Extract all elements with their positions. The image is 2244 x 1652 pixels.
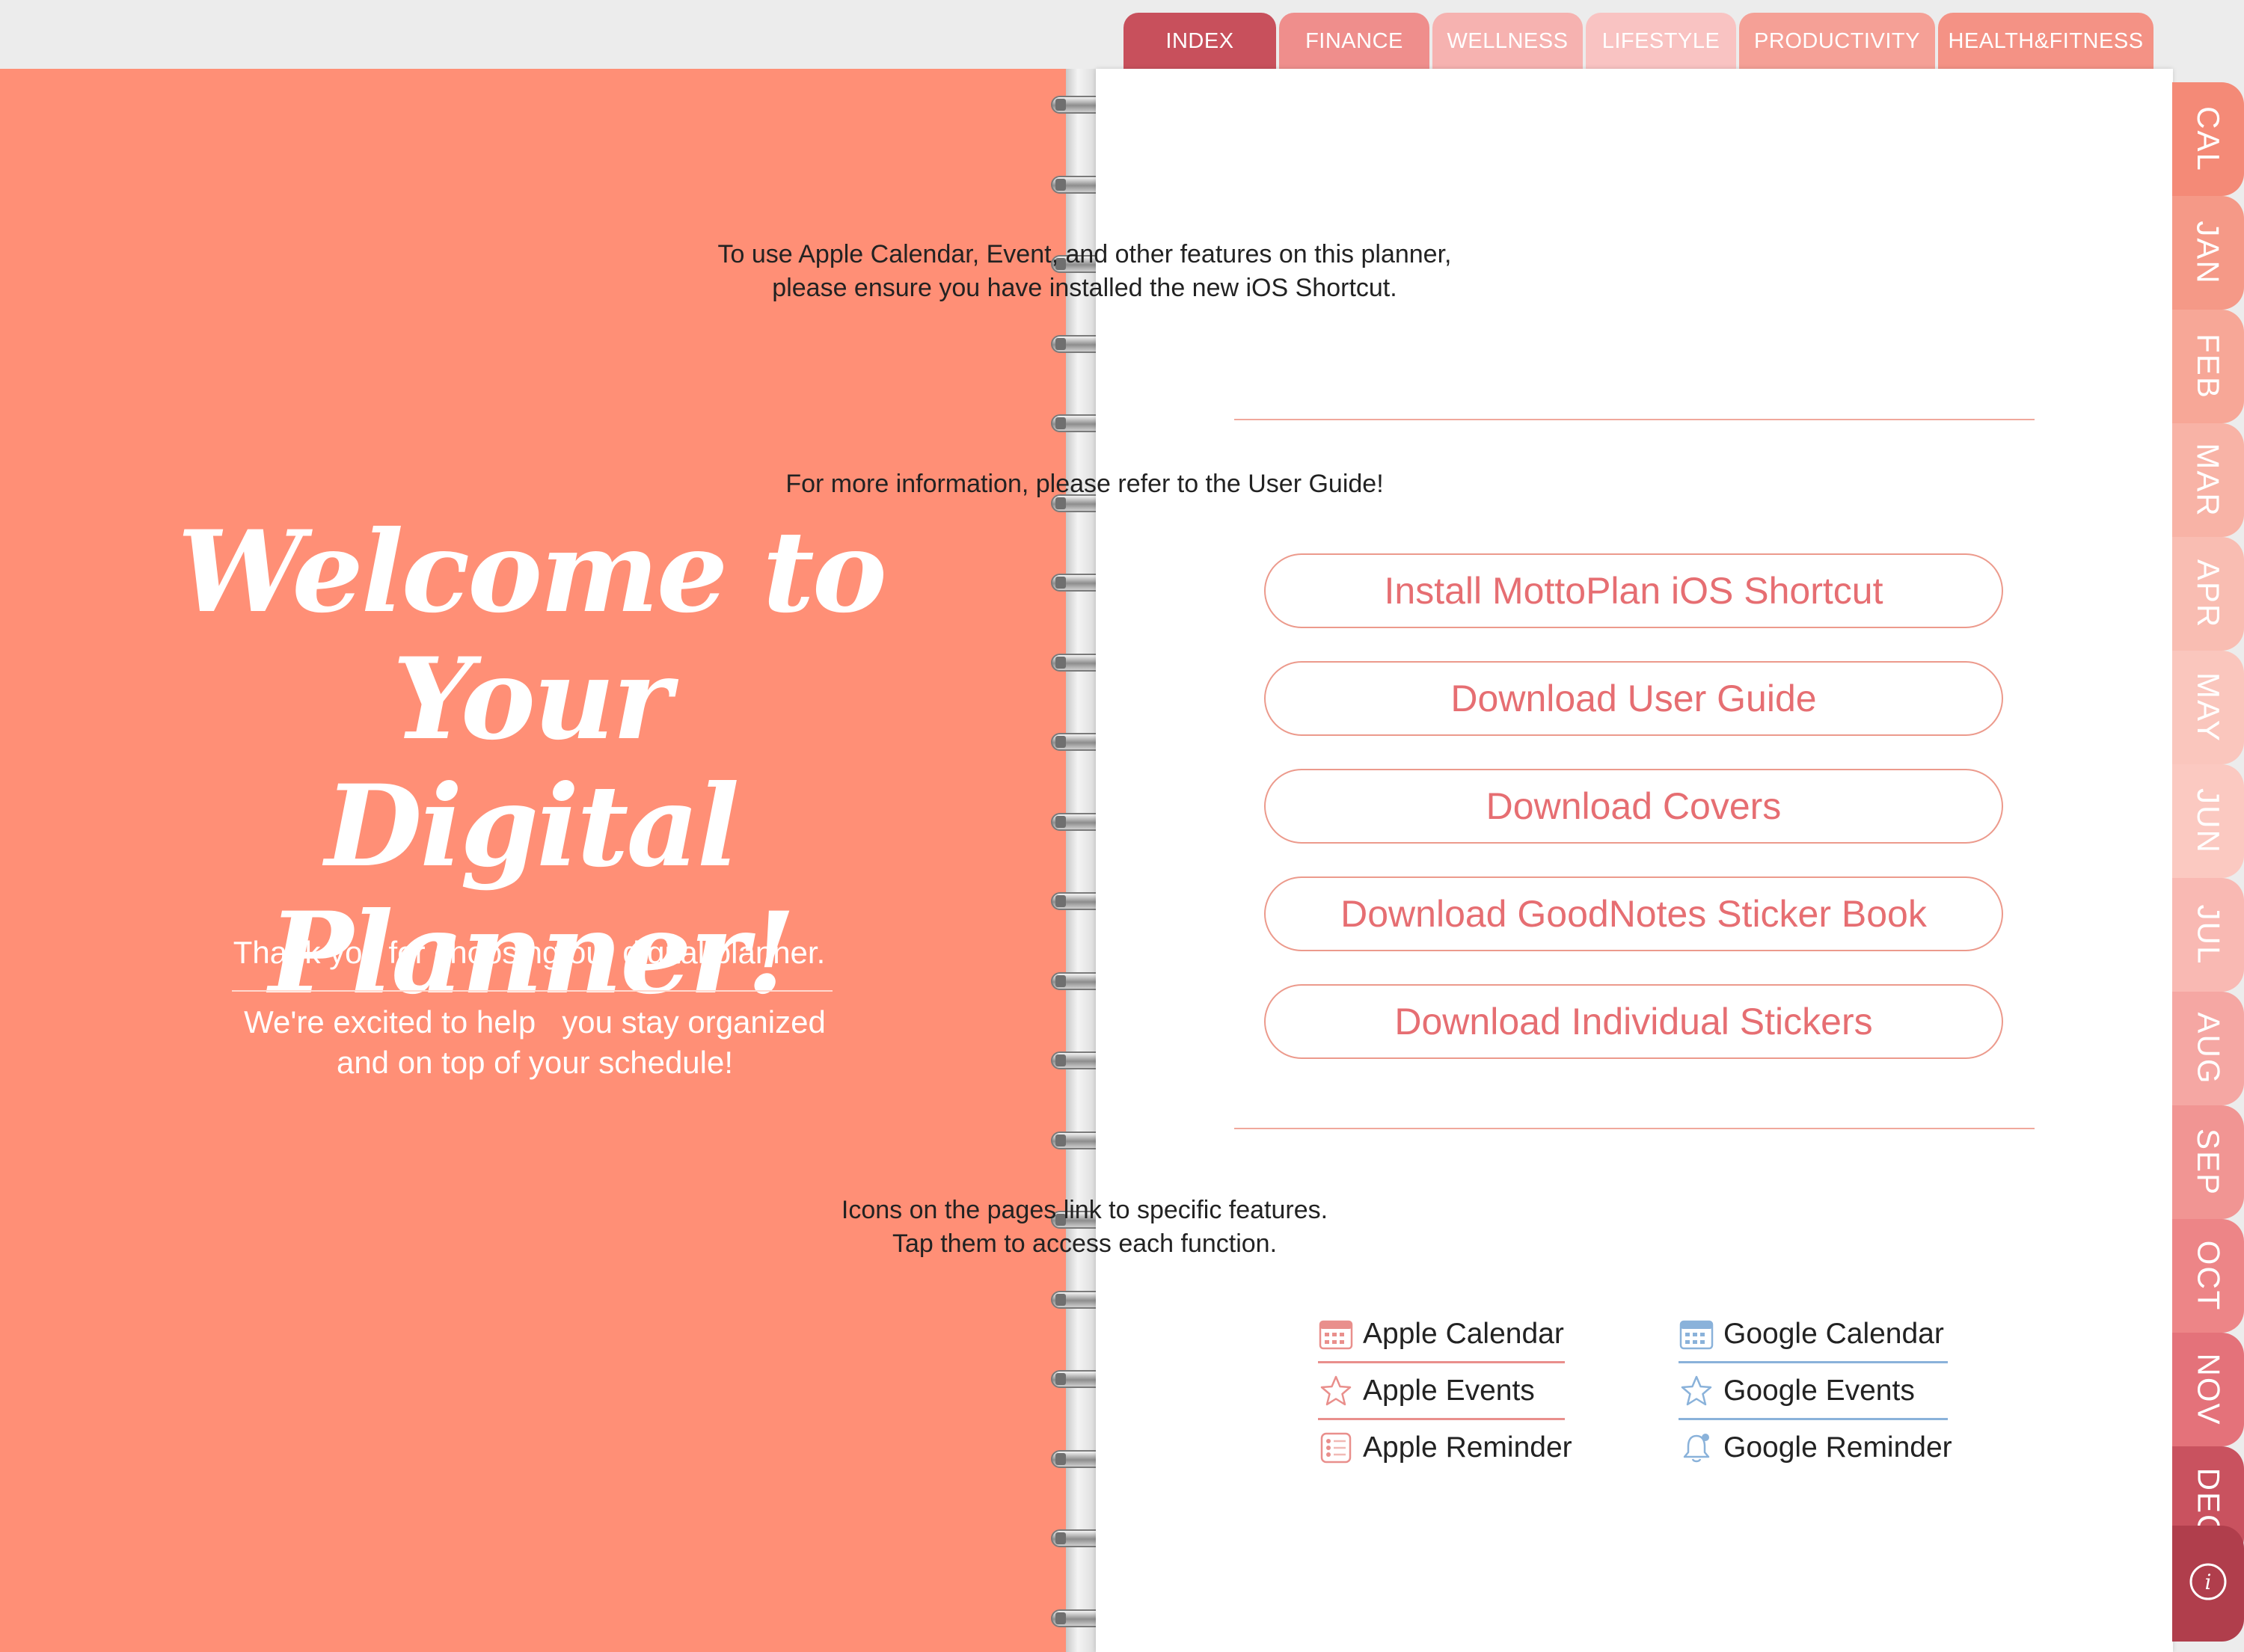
side-tab-label: NOV <box>2191 1353 2227 1426</box>
icons-explanation: Icons on the pages link to specific feat… <box>0 1194 2169 1261</box>
legend-google-events: Google Events <box>1679 1369 1915 1413</box>
apple-reminder-list-icon <box>1318 1430 1354 1466</box>
side-tab-label: MAY <box>2191 672 2226 743</box>
side-tab-label: SEP <box>2190 1128 2226 1197</box>
download-individual-stickers-button[interactable]: Download Individual Stickers <box>1264 984 2003 1059</box>
side-tab-jun[interactable]: JUN <box>2172 764 2244 878</box>
side-tab-label: JUN <box>2190 788 2226 854</box>
side-tab-cal[interactable]: CAL <box>2172 82 2244 196</box>
side-tab-feb[interactable]: FEB <box>2172 310 2244 423</box>
side-tab-label: FEB <box>2191 334 2226 399</box>
download-covers-button[interactable]: Download Covers <box>1264 769 2003 844</box>
side-tab-label: JAN <box>2190 221 2226 285</box>
side-tab-aug[interactable]: AUG <box>2172 992 2244 1105</box>
side-tab-nov[interactable]: NOV <box>2172 1333 2244 1446</box>
legend-underline <box>1318 1361 1565 1363</box>
section-divider <box>1234 1128 2035 1129</box>
download-user-guide-button[interactable]: Download User Guide <box>1264 661 2003 736</box>
thanks-text: Thank you for choosing our digital plann… <box>233 935 826 970</box>
download-sticker-book-button[interactable]: Download GoodNotes Sticker Book <box>1264 876 2003 951</box>
side-tab-may[interactable]: MAY <box>2172 651 2244 764</box>
tab-wellness[interactable]: WELLNESS <box>1432 13 1583 70</box>
top-tab-bar: INDEX FINANCE WELLNESS LIFESTYLE PRODUCT… <box>1123 13 2156 70</box>
side-tab-jan[interactable]: JAN <box>2172 196 2244 310</box>
tab-index[interactable]: INDEX <box>1123 13 1276 70</box>
shortcut-notice-line1: To use Apple Calendar, Event, and other … <box>717 240 1452 268</box>
info-tab[interactable]: i <box>2172 1526 2244 1642</box>
side-tab-label: AUG <box>2191 1012 2227 1085</box>
thanks-divider <box>232 990 833 992</box>
google-events-star-icon <box>1679 1373 1714 1409</box>
side-tab-mar[interactable]: MAR <box>2172 423 2244 537</box>
legend-label: Apple Events <box>1363 1375 1535 1407</box>
side-tab-label: OCT <box>2191 1240 2226 1312</box>
spiral-binding <box>1066 69 1096 1652</box>
side-tab-label: MAR <box>2191 443 2226 518</box>
side-tab-label: JUL <box>2190 904 2226 965</box>
excited-text: We're excited to help you stay organized… <box>209 1002 860 1083</box>
legend-underline <box>1679 1418 1948 1420</box>
side-tab-apr[interactable]: APR <box>2172 537 2244 651</box>
legend-label: Apple Calendar <box>1363 1318 1564 1350</box>
side-tab-oct[interactable]: OCT <box>2172 1219 2244 1333</box>
legend-underline <box>1318 1418 1565 1420</box>
legend-label: Google Events <box>1723 1375 1915 1407</box>
side-tab-jul[interactable]: JUL <box>2172 878 2244 992</box>
legend-apple-events: Apple Events <box>1318 1369 1535 1413</box>
legend-google-calendar: Google Calendar <box>1679 1312 1944 1357</box>
excited-text-line2: and on top of your schedule! <box>336 1045 734 1080</box>
index-page <box>1096 69 2173 1652</box>
apple-events-star-icon <box>1318 1373 1354 1409</box>
shortcut-notice: To use Apple Calendar, Event, and other … <box>0 238 2169 305</box>
section-divider <box>1234 419 2035 420</box>
install-shortcut-button[interactable]: Install MottoPlan iOS Shortcut <box>1264 553 2003 628</box>
legend-apple-calendar: Apple Calendar <box>1318 1312 1564 1357</box>
google-reminder-bell-icon <box>1679 1430 1714 1466</box>
apple-calendar-icon <box>1318 1316 1354 1352</box>
legend-label: Google Reminder <box>1723 1431 1952 1464</box>
svg-text:i: i <box>2205 1570 2212 1594</box>
icons-explanation-line1: Icons on the pages link to specific feat… <box>841 1196 1328 1224</box>
legend-label: Google Calendar <box>1723 1318 1944 1350</box>
welcome-title-line2: Digital Planner! <box>269 761 795 1019</box>
tab-health-fitness[interactable]: HEALTH&FITNESS <box>1938 13 2153 70</box>
legend-apple-reminder: Apple Reminder <box>1318 1425 1572 1470</box>
side-tab-label: CAL <box>2190 106 2226 172</box>
excited-text-line1: We're excited to help you stay organized <box>244 1004 826 1040</box>
legend-google-reminder: Google Reminder <box>1679 1425 1952 1470</box>
google-calendar-icon <box>1679 1316 1714 1352</box>
shortcut-notice-line2: please ensure you have installed the new… <box>772 274 1397 302</box>
welcome-title-line1: Welcome to Your <box>177 506 887 765</box>
side-tab-sep[interactable]: SEP <box>2172 1105 2244 1219</box>
more-info-text: For more information, please refer to th… <box>785 470 1384 498</box>
icons-explanation-line2: Tap them to access each function. <box>892 1229 1278 1258</box>
legend-underline <box>1679 1361 1948 1363</box>
side-tab-label: APR <box>2190 559 2226 629</box>
tab-lifestyle[interactable]: LIFESTYLE <box>1586 13 1736 70</box>
legend-label: Apple Reminder <box>1363 1431 1572 1464</box>
info-icon: i <box>2187 1561 2229 1606</box>
tab-finance[interactable]: FINANCE <box>1279 13 1429 70</box>
tab-productivity[interactable]: PRODUCTIVITY <box>1739 13 1935 70</box>
